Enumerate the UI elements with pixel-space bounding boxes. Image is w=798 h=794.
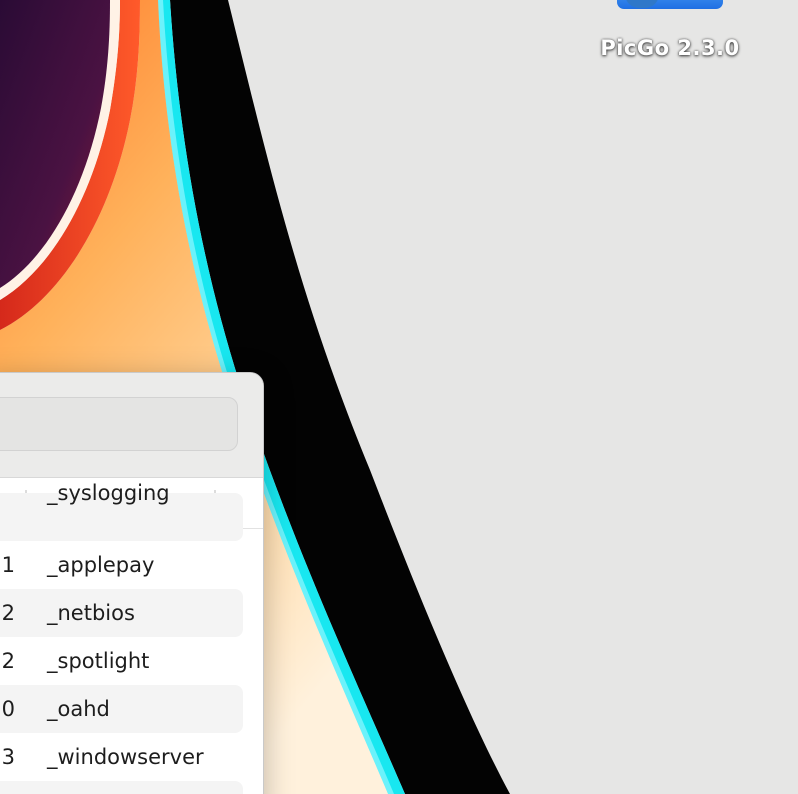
row-pid: 0 bbox=[1, 697, 15, 721]
picgo-desktop-icon[interactable]: PicGo 2.3.0 bbox=[586, 0, 754, 70]
row-user: _spotlight bbox=[47, 649, 150, 673]
row-user: _netbios bbox=[47, 601, 135, 625]
row-background bbox=[0, 781, 243, 794]
row-pid: 1 bbox=[1, 553, 15, 577]
row-user: _applepay bbox=[47, 553, 155, 577]
window-toolbar bbox=[0, 373, 263, 478]
search-input[interactable] bbox=[0, 397, 238, 451]
picgo-app-icon[interactable] bbox=[617, 0, 723, 9]
row-pid: 2 bbox=[1, 649, 15, 673]
process-table: _syslogging 1 _applepay 2 _netbios 2 _spotligh… bbox=[0, 481, 263, 794]
row-user: _syslogging bbox=[47, 481, 170, 505]
row-user: _windowserver bbox=[47, 745, 204, 769]
table-row[interactable]: 1 _applepay bbox=[0, 541, 263, 589]
picgo-icon-label: PicGo 2.3.0 bbox=[600, 36, 740, 60]
table-row[interactable]: 0 _oahd bbox=[0, 685, 263, 733]
desktop: PicGo 2.3.0 用户 _syslogging1_applepay2_ne… bbox=[0, 0, 798, 794]
row-pid: 3 bbox=[1, 745, 15, 769]
row-pid: 2 bbox=[1, 601, 15, 625]
activity-monitor-window: 用户 _syslogging1_applepay2_netbios2_spotl… bbox=[0, 372, 264, 794]
table-row[interactable]: 2 _netbios bbox=[0, 589, 263, 637]
table-row[interactable]: _syslogging bbox=[0, 481, 263, 541]
row-user: _oahd bbox=[47, 697, 110, 721]
table-row[interactable] bbox=[0, 781, 263, 794]
table-row[interactable]: 2 _spotlight bbox=[0, 637, 263, 685]
table-row[interactable]: 3 _windowserver bbox=[0, 733, 263, 781]
row-pid bbox=[0, 493, 15, 541]
row-pid bbox=[0, 781, 15, 794]
row-background bbox=[0, 685, 243, 733]
